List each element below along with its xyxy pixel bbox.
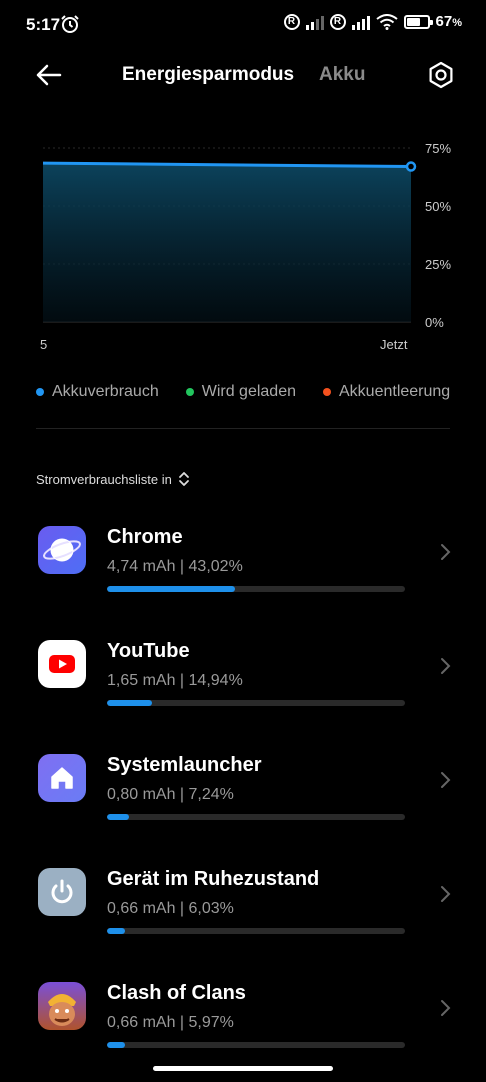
usage-bar: [107, 1042, 405, 1048]
app-row-youtube[interactable]: YouTube 1,65 mAh | 14,94%: [0, 640, 486, 740]
current-point-marker: [405, 161, 417, 172]
game-icon: [38, 982, 86, 1030]
chevron-right-icon: [441, 772, 451, 788]
usage-bar: [107, 928, 405, 934]
divider: [36, 428, 450, 429]
youtube-icon: [38, 640, 86, 688]
alarm-icon: [61, 15, 79, 33]
usage-bar-fill: [107, 814, 129, 820]
top-bar: Energiesparmodus Akku: [0, 50, 486, 100]
chevron-right-icon: [441, 886, 451, 902]
legend-dot-charging: [185, 388, 194, 396]
signal-icon: [305, 14, 324, 30]
app-name: Gerät im Ruhezustand: [107, 868, 320, 890]
back-arrow-icon[interactable]: [32, 60, 68, 90]
home-indicator[interactable]: [153, 1066, 333, 1071]
status-time: 5:17: [26, 15, 61, 34]
usage-bar-fill: [107, 928, 125, 934]
app-row-chrome[interactable]: Chrome 4,74 mAh | 43,02%: [0, 526, 486, 626]
usage-bar-fill: [107, 586, 236, 592]
chevron-right-icon: [441, 658, 451, 674]
roaming-icon-2: R: [329, 13, 346, 30]
legend-label-charging: Wird geladen: [201, 383, 296, 400]
x-tick-label-start: 5: [40, 337, 48, 352]
app-name: Chrome: [107, 526, 183, 548]
chevron-right-icon: [441, 544, 451, 560]
chart-legend: Akkuverbrauch Wird geladen Akkuentleerun…: [36, 383, 450, 401]
signal-icon-2: [351, 14, 370, 30]
home-icon: [38, 754, 86, 802]
usage-bar: [107, 700, 405, 706]
y-tick-label: 50%: [425, 199, 451, 214]
x-tick-label-end: Jetzt: [380, 337, 408, 352]
battery-chart: 75% 50% 25% 0%: [0, 130, 486, 360]
battery-percent: 67%: [435, 13, 462, 30]
app-row-systemlauncher[interactable]: Systemlauncher 0,80 mAh | 7,24%: [0, 754, 486, 854]
planet-icon: [38, 526, 86, 574]
legend-dot-drain: [323, 388, 331, 396]
app-name: YouTube: [107, 640, 190, 662]
app-row-idle[interactable]: Gerät im Ruhezustand 0,66 mAh | 6,03%: [0, 868, 486, 968]
legend-label-drain: Akkuentleerung: [339, 383, 451, 400]
sort-chevrons-icon: [178, 472, 189, 486]
usage-area: [43, 163, 411, 322]
usage-list-sort-selector[interactable]: Stromverbrauchsliste in: [36, 471, 190, 487]
app-stats: 1,65 mAh | 14,94%: [107, 672, 243, 689]
tab-energy-saving[interactable]: Energiesparmodus: [122, 64, 294, 86]
legend-label-usage: Akkuverbrauch: [52, 383, 159, 400]
battery-icon: [403, 14, 433, 29]
chevron-right-icon: [441, 1000, 451, 1016]
legend-item-charging: Wird geladen: [185, 383, 296, 401]
usage-bar-fill: [107, 1042, 125, 1048]
app-stats: 0,80 mAh | 7,24%: [107, 786, 234, 803]
tab-battery[interactable]: Akku: [319, 64, 365, 86]
battery-chart-svg: 75% 50% 25% 0%: [42, 141, 451, 330]
wifi-icon: [375, 13, 398, 30]
legend-item-drain: Akkuentleerung: [323, 383, 450, 401]
status-bar: 5:17 R R 67%: [0, 0, 486, 50]
app-stats: 0,66 mAh | 6,03%: [107, 900, 234, 917]
app-stats: 4,74 mAh | 43,02%: [107, 558, 243, 575]
usage-bar: [107, 814, 405, 820]
y-tick-label: 25%: [425, 257, 451, 272]
legend-item-usage: Akkuverbrauch: [36, 383, 159, 401]
app-stats: 0,66 mAh | 5,97%: [107, 1014, 234, 1031]
app-name: Clash of Clans: [107, 982, 246, 1004]
usage-bar: [107, 586, 405, 592]
settings-hexagon-icon[interactable]: [426, 60, 456, 90]
list-header-label: Stromverbrauchsliste in: [36, 471, 172, 487]
usage-bar-fill: [107, 700, 152, 706]
y-tick-label: 0%: [425, 315, 444, 330]
status-icons: R R 67%: [283, 13, 462, 30]
power-icon: [38, 868, 86, 916]
y-tick-label: 75%: [425, 141, 451, 156]
legend-dot-usage: [36, 388, 44, 396]
app-name: Systemlauncher: [107, 754, 262, 776]
roaming-icon: R: [283, 13, 300, 30]
